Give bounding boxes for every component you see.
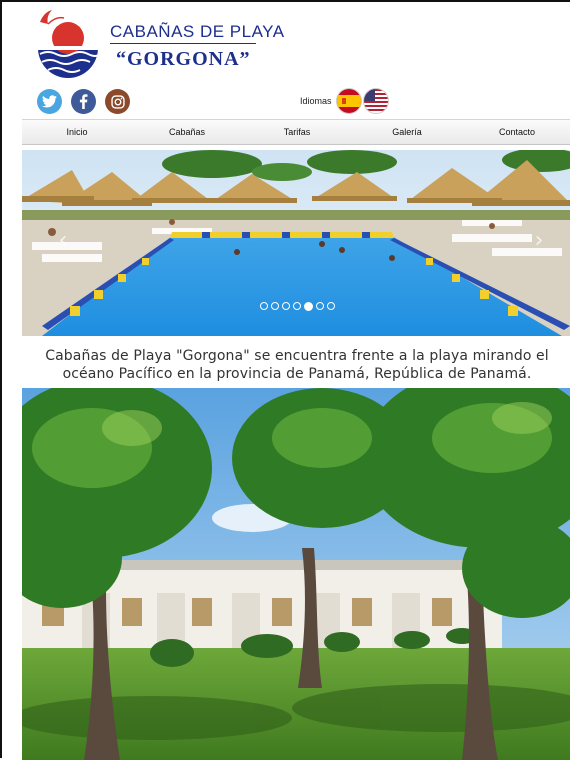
slider-dot[interactable] — [327, 302, 335, 310]
nav-item-inicio[interactable]: Inicio — [22, 127, 132, 137]
slider-dot[interactable] — [282, 302, 290, 310]
intro-text: Cabañas de Playa "Gorgona" se encuentra … — [45, 348, 549, 382]
twitter-icon[interactable] — [37, 89, 62, 114]
brand-name: “GORGONA” — [116, 48, 251, 70]
language-selector: Idiomas — [300, 89, 388, 113]
brand-divider — [110, 43, 256, 44]
spanish-flag-icon[interactable] — [336, 89, 361, 113]
slider-next-arrow-icon[interactable]: › — [530, 230, 548, 252]
logo-emblem-icon — [38, 10, 101, 78]
facebook-icon[interactable] — [71, 89, 96, 114]
nav-item-tarifas[interactable]: Tarifas — [242, 127, 352, 137]
slider-dot-active[interactable] — [304, 302, 313, 311]
nav-item-galeria[interactable]: Galería — [352, 127, 462, 137]
nav-item-cabanas[interactable]: Cabañas — [132, 127, 242, 137]
slider-dots — [260, 302, 335, 311]
us-flag-icon[interactable] — [363, 89, 388, 113]
language-label: Idiomas — [300, 96, 332, 106]
nav-item-contacto[interactable]: Contacto — [462, 127, 570, 137]
hero-slider: ‹ › — [22, 150, 570, 336]
slider-prev-arrow-icon[interactable]: ‹ — [54, 230, 72, 252]
social-links — [37, 89, 130, 114]
slider-dot[interactable] — [316, 302, 324, 310]
slider-dot[interactable] — [271, 302, 279, 310]
main-nav: Inicio Cabañas Tarifas Galería Contacto — [22, 119, 570, 145]
brand-title: CABAÑAS DE PLAYA — [110, 22, 285, 41]
slider-dot[interactable] — [260, 302, 268, 310]
cabins-photo — [22, 388, 570, 760]
site-logo[interactable]: CABAÑAS DE PLAYA “GORGONA” — [34, 8, 284, 80]
instagram-icon[interactable] — [105, 89, 130, 114]
slider-dot[interactable] — [293, 302, 301, 310]
